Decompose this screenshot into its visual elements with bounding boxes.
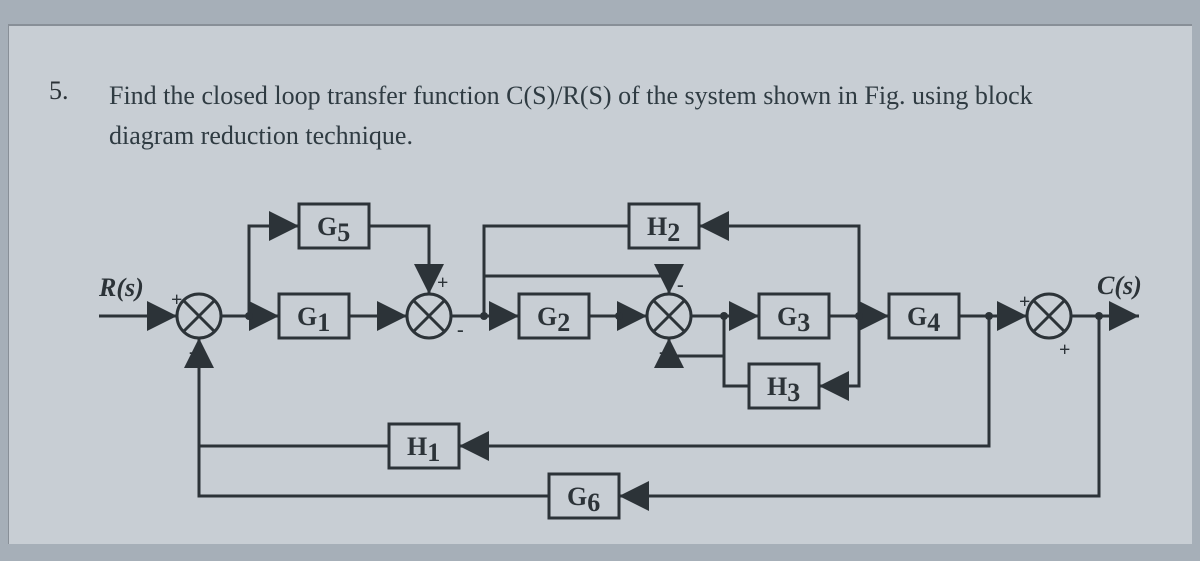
wire-g6-left-up xyxy=(199,446,549,496)
question-number: 5. xyxy=(49,76,69,106)
wire-g5-to-s2 xyxy=(369,226,429,294)
summing-junction-4 xyxy=(1027,294,1071,338)
wire-h3-up xyxy=(724,316,749,386)
question-text: Find the closed loop transfer function C… xyxy=(109,76,1092,157)
sign-s1-minus: - xyxy=(189,341,196,363)
sign-s1-plus: + xyxy=(171,289,182,311)
output-label: C(s) xyxy=(1097,271,1142,300)
sign-s3-top: - xyxy=(677,274,684,296)
summing-junction-1 xyxy=(177,294,221,338)
sign-s2-minus: - xyxy=(457,319,464,341)
page: 5. Find the closed loop transfer functio… xyxy=(8,24,1192,544)
sign-s3-bot: - xyxy=(659,341,666,363)
block-diagram: R(s) + - G1 + - G2 xyxy=(69,176,1149,556)
sign-s2-plus: + xyxy=(437,272,448,294)
summing-junction-3 xyxy=(647,294,691,338)
wire-h3-to-s3bot xyxy=(669,338,724,356)
wire-h1-to-sum1 xyxy=(199,338,389,446)
sign-s4-bot: + xyxy=(1059,339,1070,361)
node-after-g2 xyxy=(615,312,623,320)
input-label: R(s) xyxy=(98,273,144,302)
wire-h2-to-s3top xyxy=(484,276,669,294)
summing-junction-2 xyxy=(407,294,451,338)
sign-s4-top: + xyxy=(1019,291,1030,313)
